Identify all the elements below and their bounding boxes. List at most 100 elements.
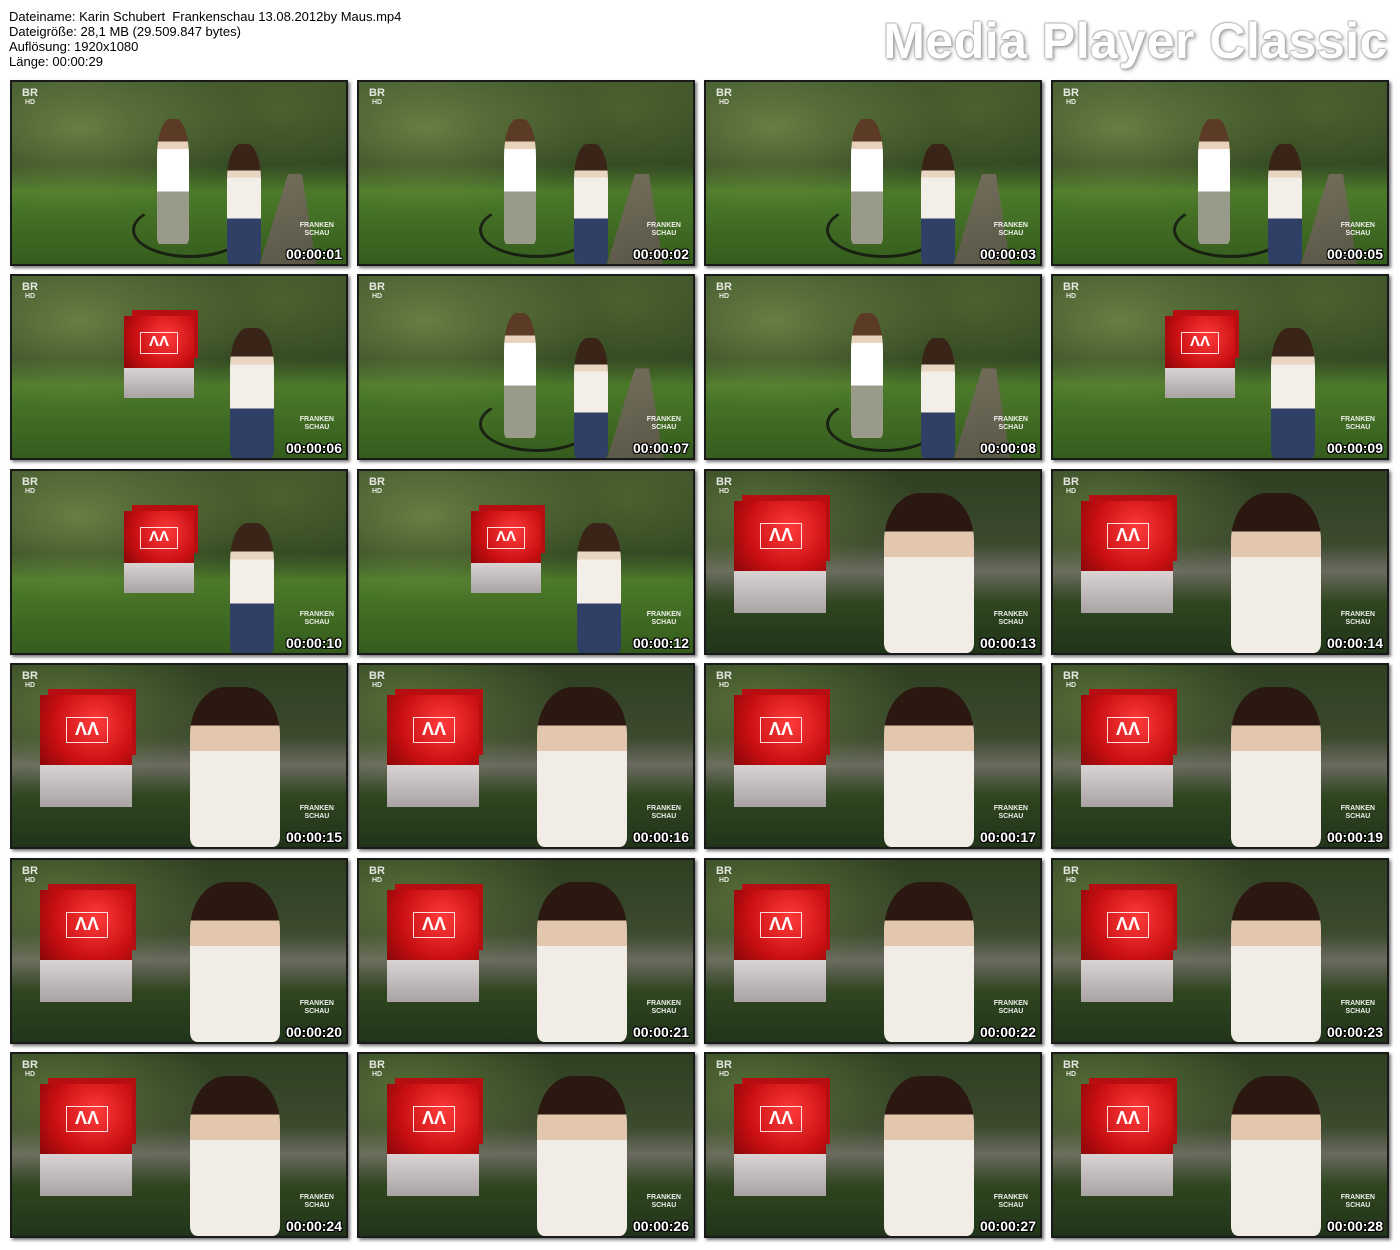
video-thumbnail[interactable]: ΛΛ BR HD FRANKEN SCHAU 00:00:12 [357,468,695,655]
video-thumbnail[interactable]: ΛΛ BR HD FRANKEN SCHAU 00:00:20 [10,857,348,1044]
thumbnail-timestamp: 00:00:17 [979,829,1036,846]
video-thumbnail[interactable]: ΛΛ BR HD FRANKEN SCHAU 00:00:10 [10,468,348,655]
channel-logo-sub: HD [718,99,730,106]
watermark-line-2: SCHAU [998,618,1024,626]
frankenschau-watermark: FRANKEN SCHAU [300,805,334,821]
frankenschau-watermark: FRANKEN SCHAU [647,805,681,821]
watermark-line-1: FRANKEN [993,1193,1028,1201]
presenter-figure [1231,881,1321,1042]
watermark-line-2: SCHAU [1345,1201,1371,1209]
video-thumbnail[interactable]: ΛΛ BR HD FRANKEN SCHAU 00:00:14 [1051,468,1389,655]
video-thumbnail[interactable]: ΛΛBRHDFRANKENSCHAU00:00:03 [704,80,1042,266]
frankenschau-panel-logo: ΛΛ [1181,332,1219,355]
video-thumbnail[interactable]: ΛΛ BR HD FRANKEN SCHAU 00:00:23 [1051,857,1389,1044]
channel-logo-sub: HD [718,487,730,495]
channel-logo-sub: HD [24,876,36,884]
thumbnail-timestamp: 00:00:03 [979,246,1036,262]
video-thumbnail[interactable]: ΛΛ BR HD FRANKEN SCHAU 00:00:26 [357,1051,695,1238]
channel-logo-text: BR [716,475,732,488]
watermark-line-1: FRANKEN [1340,610,1375,618]
br-hd-channel-logo: BR HD [1061,88,1081,110]
watermark-line-1: FRANKEN [646,610,681,618]
frankenschau-watermark: FRANKEN SCHAU [300,416,334,432]
watermark-line-2: SCHAU [651,1201,677,1209]
studio-logo-panel: ΛΛ [734,889,826,1010]
studio-logo-panel: ΛΛ [1165,316,1235,406]
frankenschau-watermark: FRANKEN SCHAU [300,1194,334,1210]
frankenschau-watermark: FRANKEN SCHAU [1341,222,1375,238]
channel-logo-sub: HD [24,682,36,690]
frankenschau-watermark: FRANKEN SCHAU [994,611,1028,627]
watermark-line-2: SCHAU [304,1201,330,1209]
video-thumbnail[interactable]: ΛΛ BR HD FRANKEN SCHAU 00:00:16 [357,663,695,850]
channel-logo-sub: HD [1065,1070,1077,1078]
presenter-figure [537,881,627,1042]
br-hd-channel-logo: BR HD [367,282,387,304]
studio-logo-panel: ΛΛ [734,500,826,621]
thumbnail-timestamp: 00:00:28 [1326,1217,1383,1234]
video-thumbnail[interactable]: ΛΛ BR HD FRANKEN SCHAU 00:00:21 [357,857,695,1044]
white-panel [40,1153,132,1196]
frankenschau-panel-logo: ΛΛ [1107,522,1149,549]
frankenschau-panel-logo: ΛΛ [413,717,455,744]
white-panel [734,1153,826,1196]
video-thumbnail[interactable]: ΛΛBRHDFRANKENSCHAU00:00:05 [1051,80,1389,266]
watermark-line-1: FRANKEN [993,805,1028,813]
channel-logo-sub: HD [718,293,730,301]
watermark-line-2: SCHAU [304,1007,330,1015]
video-thumbnail[interactable]: ΛΛ BR HD FRANKEN SCHAU 00:00:15 [10,663,348,850]
studio-logo-panel: ΛΛ [734,1083,826,1204]
frankenschau-watermark: FRANKEN SCHAU [994,416,1028,432]
watermark-line-2: SCHAU [651,1007,677,1015]
thumbnail-timestamp: 00:00:07 [632,440,689,457]
watermark-line-2: SCHAU [304,813,330,821]
white-panel [124,562,194,593]
watermark-line-1: FRANKEN [993,999,1028,1007]
channel-logo-sub: HD [371,682,383,690]
video-thumbnail[interactable]: ΛΛ BR HD FRANKEN SCHAU 00:00:06 [10,274,348,461]
white-panel [387,959,479,1002]
video-thumbnail[interactable]: ΛΛBRHDFRANKENSCHAU00:00:01 [10,80,348,266]
video-thumbnail[interactable]: ΛΛ BR HD FRANKEN SCHAU 00:00:13 [704,468,1042,655]
frankenschau-watermark: FRANKEN SCHAU [300,611,334,627]
presenter-figure [1231,687,1321,848]
video-thumbnail[interactable]: ΛΛ BR HD FRANKEN SCHAU 00:00:22 [704,857,1042,1044]
watermark-line-1: FRANKEN [299,999,334,1007]
br-hd-channel-logo: BR HD [20,1059,40,1082]
video-thumbnail[interactable]: ΛΛ BR HD FRANKEN SCHAU 00:00:17 [704,663,1042,850]
thumbnail-timestamp: 00:00:20 [285,1023,342,1040]
channel-logo-sub: HD [1065,682,1077,690]
video-thumbnail[interactable]: ΛΛ BR HD FRANKEN SCHAU 00:00:28 [1051,1051,1389,1238]
frankenschau-panel-logo: ΛΛ [760,522,802,549]
thumbnail-timestamp: 00:00:21 [632,1023,689,1040]
channel-logo-sub: HD [371,99,383,106]
presenter-figure [921,338,955,459]
video-thumbnail[interactable]: ΛΛBRHDFRANKENSCHAU00:00:02 [357,80,695,266]
watermark-line-1: FRANKEN [299,805,334,813]
channel-logo-sub: HD [371,293,383,301]
video-thumbnail[interactable]: ΛΛBRHDFRANKENSCHAU00:00:08 [704,274,1042,461]
video-thumbnail[interactable]: ΛΛ BR HD FRANKEN SCHAU 00:00:09 [1051,274,1389,461]
presenter-figure [884,1075,974,1236]
frankenschau-panel-logo: ΛΛ [413,911,455,938]
frankenschau-panel-logo: ΛΛ [66,1105,108,1132]
frankenschau-panel-logo: ΛΛ [140,526,178,549]
presenter-figure [1271,328,1315,459]
frankenschau-watermark: FRANKEN SCHAU [647,611,681,627]
video-thumbnail[interactable]: ΛΛ BR HD FRANKEN SCHAU 00:00:27 [704,1051,1042,1238]
white-panel [1081,765,1173,808]
br-hd-channel-logo: BR HD [20,88,40,110]
channel-logo-text: BR [22,475,38,488]
channel-logo-sub: HD [24,293,36,301]
frankenschau-watermark: FRANKEN SCHAU [647,222,681,238]
frankenschau-watermark: FRANKEN SCHAU [994,1194,1028,1210]
channel-logo-text: BR [369,281,385,294]
studio-logo-panel: ΛΛ [387,695,479,815]
video-thumbnail[interactable]: ΛΛ BR HD FRANKEN SCHAU 00:00:24 [10,1051,348,1238]
frankenschau-watermark: FRANKEN SCHAU [1341,1194,1375,1210]
video-thumbnail[interactable]: ΛΛBRHDFRANKENSCHAU00:00:07 [357,274,695,461]
channel-logo-sub: HD [24,487,36,495]
watermark-line-1: FRANKEN [646,999,681,1007]
thumbnail-timestamp: 00:00:27 [979,1217,1036,1234]
video-thumbnail[interactable]: ΛΛ BR HD FRANKEN SCHAU 00:00:19 [1051,663,1389,850]
